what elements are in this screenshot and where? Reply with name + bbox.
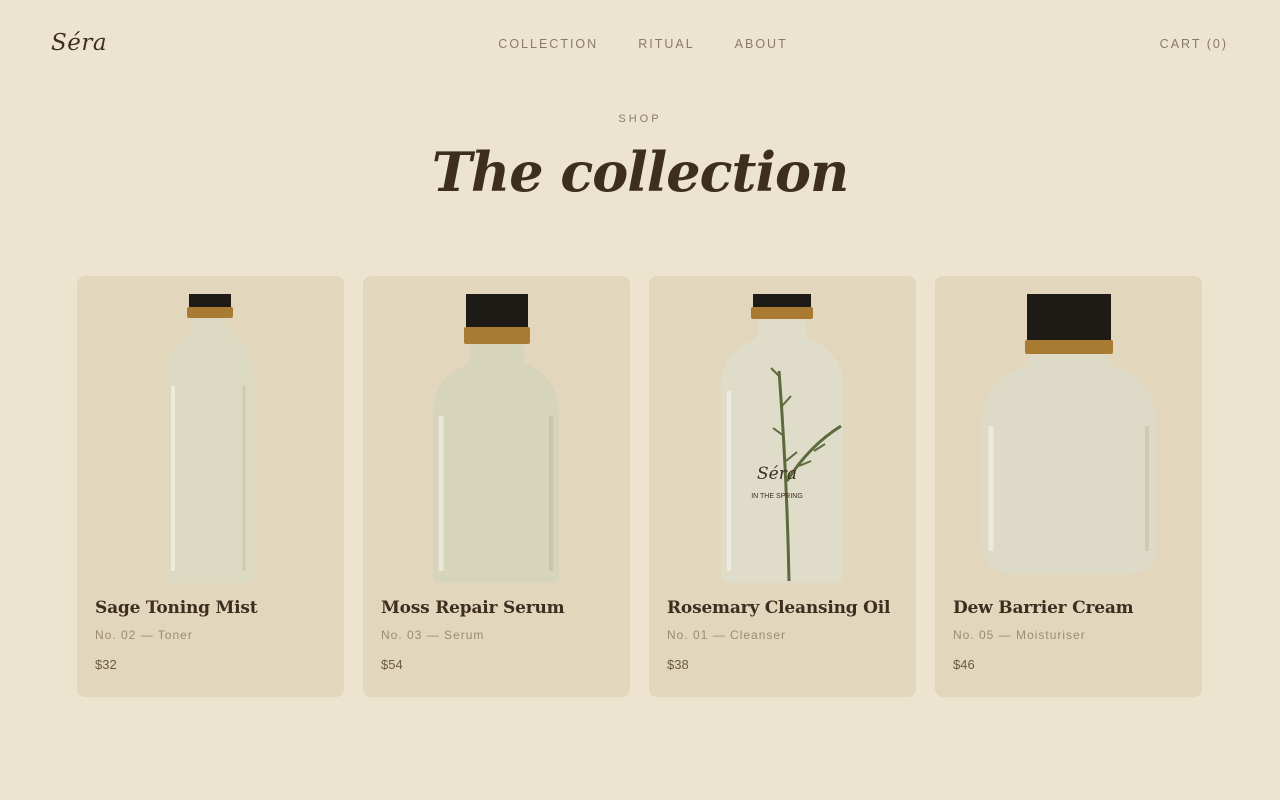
product-image-bottle	[167, 294, 253, 583]
nav-link-ritual[interactable]: RITUAL	[638, 37, 694, 51]
product-grid: Sage Toning Mist No. 02 — Toner $32 Moss…	[77, 276, 1202, 697]
product-image-bottle: Séra IN THE SPRING	[721, 294, 843, 583]
bottle-label-line: IN THE SPRING	[751, 493, 803, 500]
cart-link[interactable]: CART (0)	[1160, 37, 1228, 51]
product-card-dew-barrier-cream[interactable]: Dew Barrier Cream No. 05 — Moisturiser $…	[935, 276, 1202, 697]
product-image-bottle	[433, 294, 559, 583]
product-meta: No. 01 — Cleanser	[667, 628, 787, 642]
page-title: The collection	[431, 140, 850, 204]
bottle-label-brand: Séra	[757, 464, 797, 484]
product-name[interactable]: Dew Barrier Cream	[953, 598, 1134, 618]
top-navigation: Séra COLLECTION RITUAL ABOUT CART (0)	[0, 0, 1280, 90]
product-meta: No. 03 — Serum	[381, 628, 485, 642]
section-eyebrow: SHOP	[618, 113, 662, 125]
product-image-jar	[982, 294, 1156, 574]
product-meta: No. 02 — Toner	[95, 628, 193, 642]
product-price: $38	[667, 657, 689, 672]
product-price: $46	[953, 657, 975, 672]
product-card-moss-repair-serum[interactable]: Moss Repair Serum No. 03 — Serum $54	[363, 276, 630, 697]
nav-link-about[interactable]: ABOUT	[735, 37, 788, 51]
nav-link-collection[interactable]: COLLECTION	[498, 37, 598, 51]
product-meta: No. 05 — Moisturiser	[953, 628, 1086, 642]
product-name[interactable]: Moss Repair Serum	[381, 598, 565, 618]
product-card-sage-toning-mist[interactable]: Sage Toning Mist No. 02 — Toner $32	[77, 276, 344, 697]
product-price: $54	[381, 657, 403, 672]
product-name[interactable]: Sage Toning Mist	[95, 598, 258, 618]
product-price: $32	[95, 657, 117, 672]
product-name[interactable]: Rosemary Cleansing Oil	[667, 598, 891, 618]
product-card-rosemary-cleansing-oil[interactable]: Séra IN THE SPRING Rosemary Cleansing Oi…	[649, 276, 916, 697]
primary-nav: COLLECTION RITUAL ABOUT	[0, 37, 1280, 51]
